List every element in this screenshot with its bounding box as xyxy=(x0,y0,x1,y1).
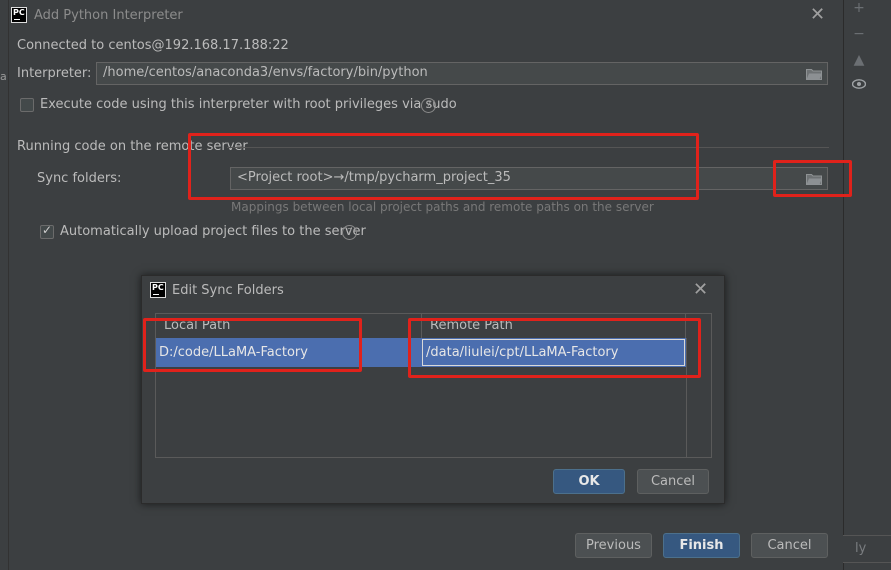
annotation-box-remote-path xyxy=(408,318,701,378)
close-icon[interactable]: ✕ xyxy=(810,6,825,24)
interpreter-folder-icon[interactable] xyxy=(806,68,822,80)
connection-label: Connected to centos@192.168.17.188:22 xyxy=(17,38,289,53)
edit-sync-title: Edit Sync Folders xyxy=(172,283,284,298)
sync-folders-label: Sync folders: xyxy=(37,171,122,186)
pycharm-logo-icon: PC xyxy=(11,7,27,23)
annotation-box-sync-folders xyxy=(188,133,699,200)
root-privileges-label: Execute code using this interpreter with… xyxy=(40,97,457,112)
cancel-button[interactable]: Cancel xyxy=(751,533,828,558)
previous-button[interactable]: Previous xyxy=(575,533,652,558)
auto-upload-label: Automatically upload project files to th… xyxy=(60,224,366,239)
interpreter-path-input[interactable]: /home/centos/anaconda3/envs/factory/bin/… xyxy=(96,62,828,85)
minus-icon[interactable]: − xyxy=(849,26,869,42)
root-privileges-checkbox[interactable] xyxy=(20,98,34,112)
close-icon[interactable]: ✕ xyxy=(693,281,708,299)
eye-icon[interactable] xyxy=(849,77,869,93)
finish-button[interactable]: Finish xyxy=(663,533,740,558)
interpreter-path-value: /home/centos/anaconda3/envs/factory/bin/… xyxy=(103,65,428,80)
sync-folders-hint: Mappings between local project paths and… xyxy=(231,200,654,214)
up-icon[interactable]: ▲ xyxy=(849,52,869,68)
add-icon[interactable]: + xyxy=(849,0,869,16)
auto-upload-checkbox[interactable] xyxy=(40,223,54,239)
edit-sync-folders-dialog: PC Edit Sync Folders ✕ Local Path Remote… xyxy=(141,275,725,504)
interpreter-label: Interpreter: xyxy=(17,66,92,81)
background-right-toolbar: + − ▲ ly xyxy=(840,0,891,570)
annotation-box-local-path xyxy=(143,318,362,372)
help-icon[interactable]: ? xyxy=(342,225,357,240)
ok-button[interactable]: OK xyxy=(553,469,625,494)
pycharm-logo-icon: PC xyxy=(150,282,166,298)
background-left-strip: a xyxy=(0,0,8,570)
dialog-titlebar: PC Add Python Interpreter ✕ xyxy=(9,0,844,32)
edit-sync-cancel-button[interactable]: Cancel xyxy=(637,469,709,494)
help-icon[interactable]: ? xyxy=(421,98,436,113)
dialog-title: Add Python Interpreter xyxy=(34,8,183,23)
annotation-box-browse xyxy=(773,160,852,197)
background-apply-button[interactable]: ly xyxy=(840,535,891,563)
